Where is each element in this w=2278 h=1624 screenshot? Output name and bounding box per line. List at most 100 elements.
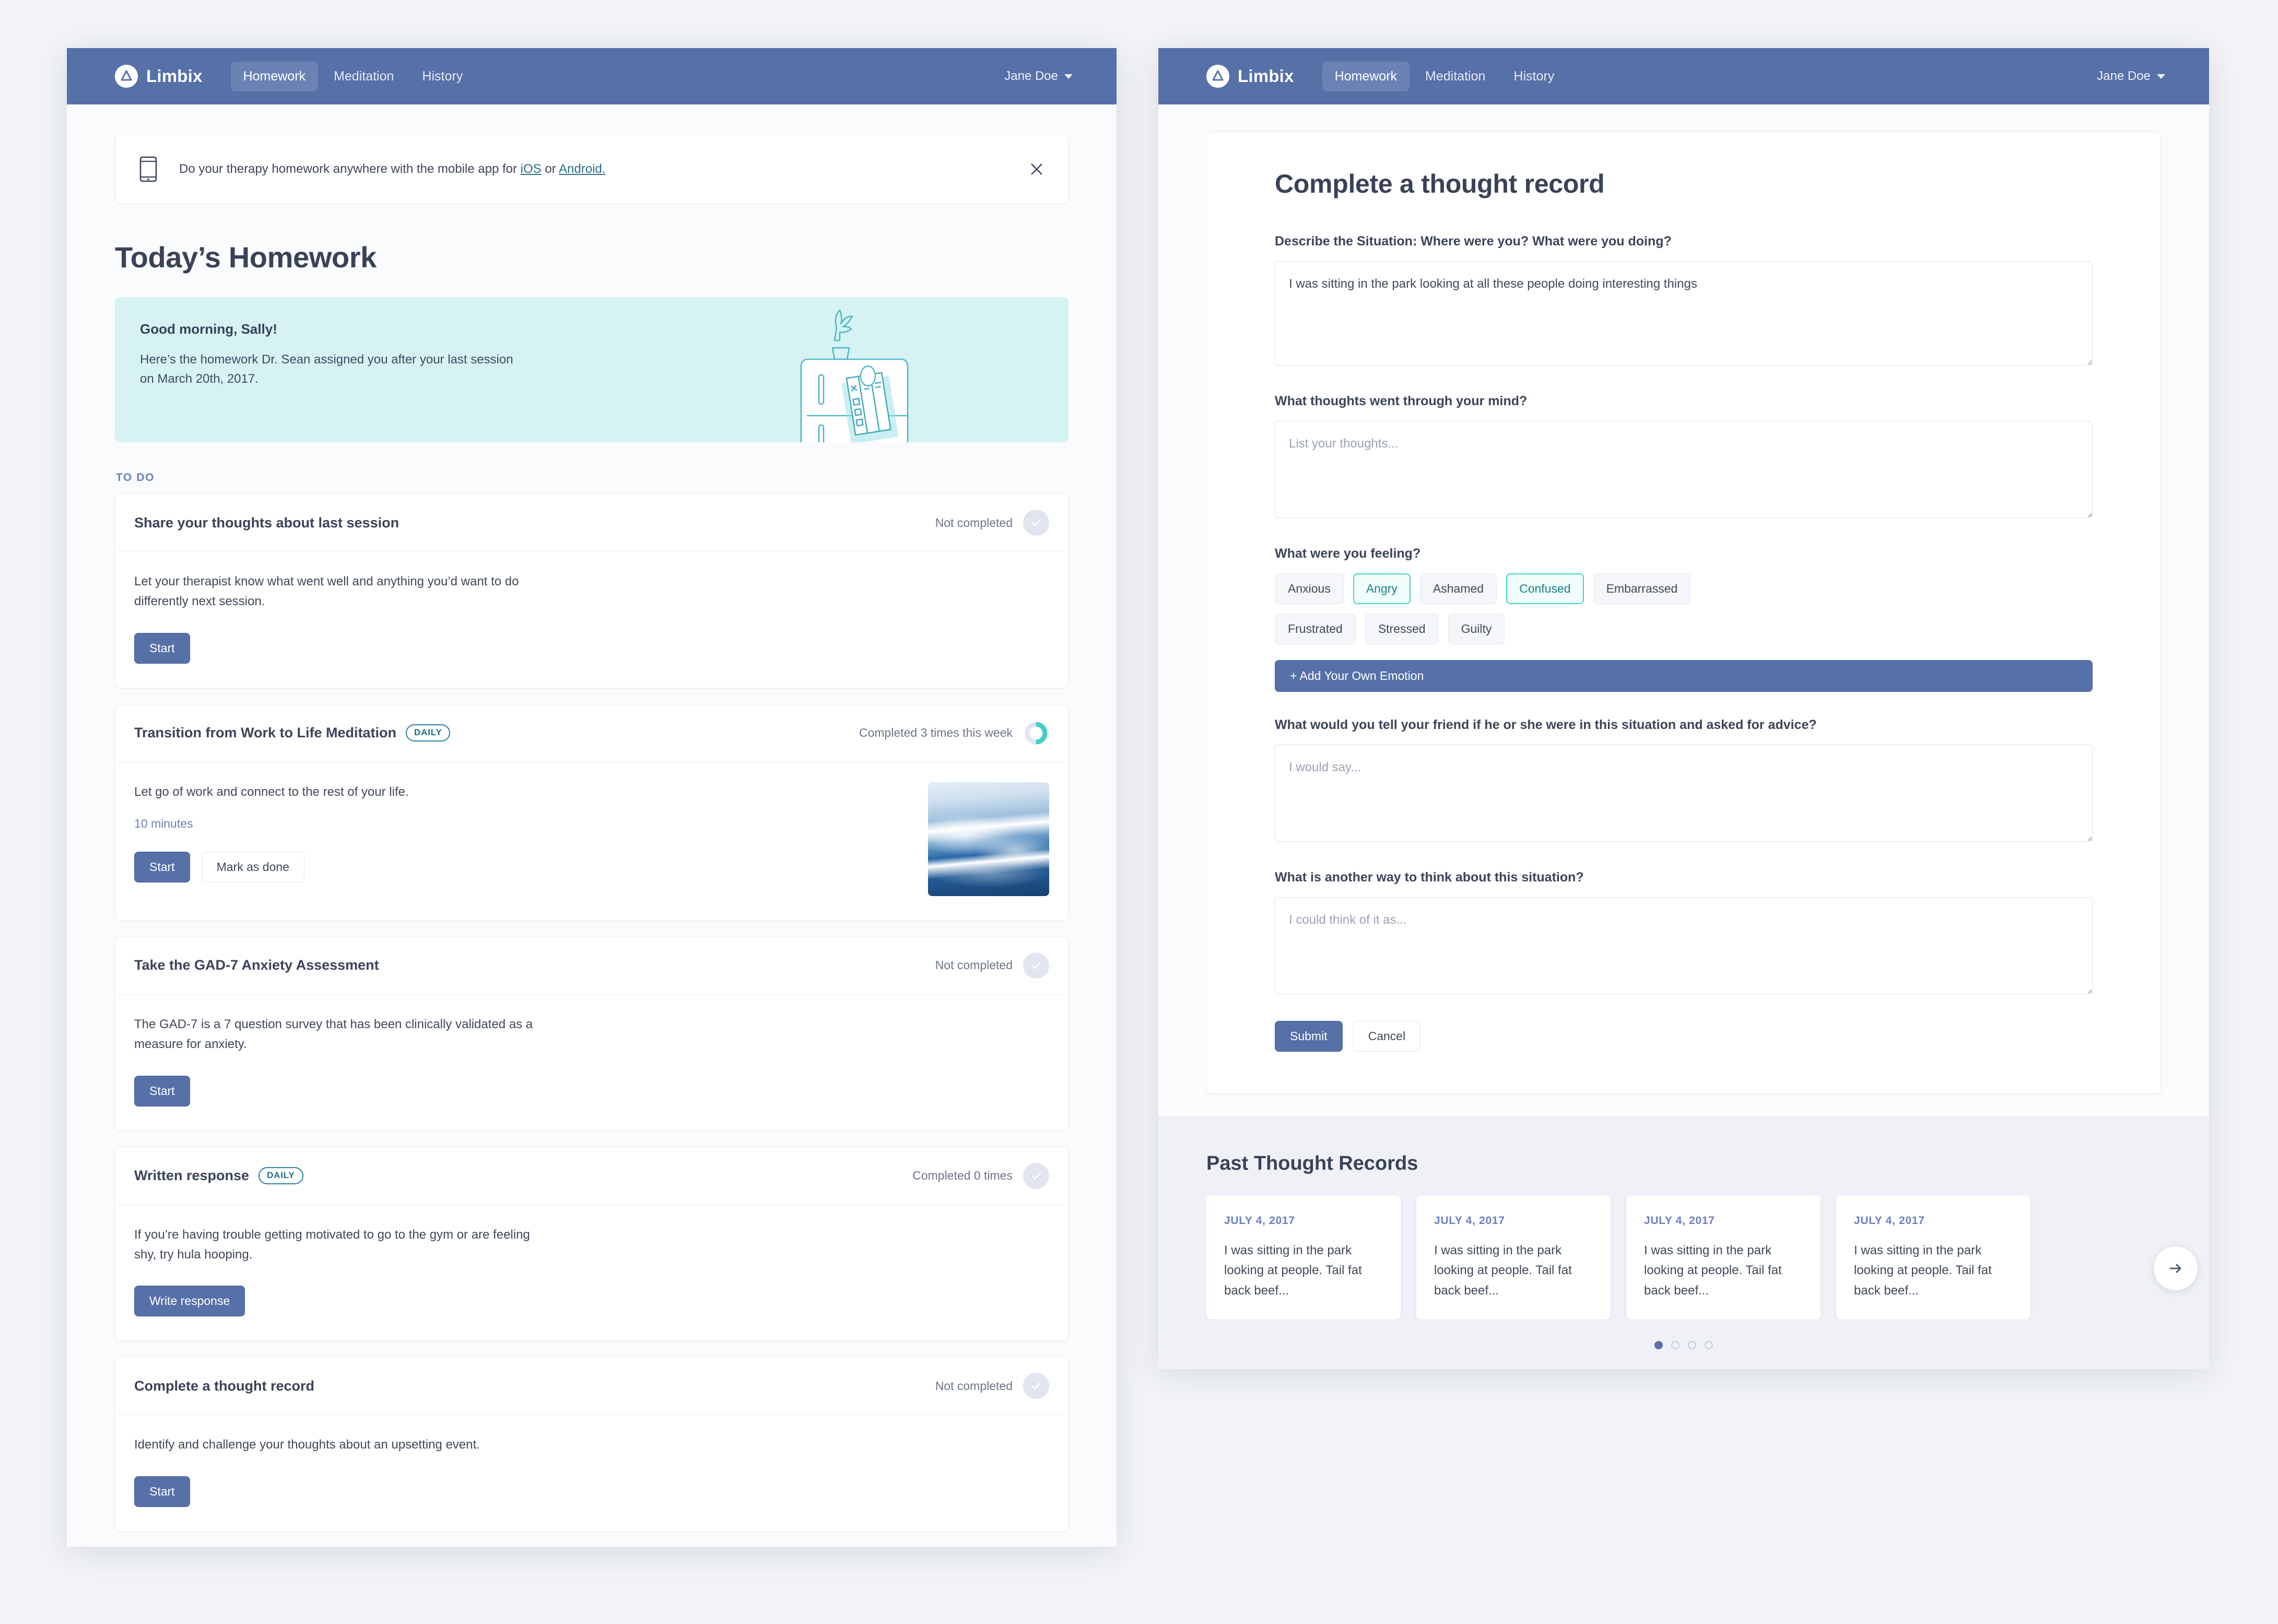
user-menu[interactable]: Jane Doe xyxy=(1004,69,1073,84)
carousel-next-button[interactable] xyxy=(2154,1246,2198,1290)
past-record-date: JULY 4, 2017 xyxy=(1224,1215,1295,1227)
user-menu[interactable]: Jane Doe xyxy=(2097,69,2165,84)
todo-card: Take the GAD-7 Anxiety Assessment Not com… xyxy=(115,936,1068,1131)
card-description: The GAD-7 is a 7 question survey that ha… xyxy=(134,1017,533,1052)
emotion-chip-confused[interactable]: Confused xyxy=(1506,573,1584,604)
emotion-chip-frustrated[interactable]: Frustrated xyxy=(1275,614,1356,644)
thoughts-textarea[interactable] xyxy=(1275,421,2093,518)
right-nav-items: Homework Meditation History xyxy=(1322,61,1567,91)
limbix-logo-text: Limbix xyxy=(146,66,203,86)
card-body-main: Let your therapist know what went well a… xyxy=(134,572,1049,664)
past-record-text: I was sitting in the park looking at peo… xyxy=(1644,1243,1782,1298)
reframe-textarea[interactable] xyxy=(1275,897,2093,994)
limbix-logo[interactable]: Limbix xyxy=(115,65,203,88)
carousel-dot-4[interactable] xyxy=(1705,1341,1713,1349)
todo-card: Written response DAILY Completed 0 times If… xyxy=(115,1146,1068,1341)
thoughts-field-group: What thoughts went through your mind? xyxy=(1275,392,2093,521)
emotion-chip-guilty[interactable]: Guilty xyxy=(1448,614,1505,644)
submit-button[interactable]: Submit xyxy=(1275,1021,1343,1052)
emotion-chip-angry[interactable]: Angry xyxy=(1353,573,1411,604)
past-records-carousel: JULY 4, 2017 I was sitting in the park lo… xyxy=(1206,1196,2161,1319)
todo-card-list: Share your thoughts about last session No… xyxy=(115,493,1068,1532)
start-button[interactable]: Start xyxy=(134,1075,190,1107)
carousel-dot-1[interactable] xyxy=(1654,1341,1663,1349)
card-header: Transition from Work to Life Meditation D… xyxy=(115,704,1068,762)
nav-item-homework[interactable]: Homework xyxy=(230,61,319,91)
start-button[interactable]: Start xyxy=(134,632,190,664)
past-record-card[interactable]: JULY 4, 2017 I was sitting in the park lo… xyxy=(1206,1196,1401,1319)
todo-card: Complete a thought record Not completed Id… xyxy=(115,1357,1068,1532)
nav-item-homework[interactable]: Homework xyxy=(1322,61,1410,91)
card-status-text: Not completed xyxy=(935,1379,1013,1393)
card-header: Take the GAD-7 Anxiety Assessment Not com… xyxy=(115,937,1068,995)
progress-ring-icon xyxy=(1023,720,1049,746)
nav-item-meditation[interactable]: Meditation xyxy=(1413,62,1498,91)
close-icon[interactable] xyxy=(1024,157,1049,182)
limbix-logo-right[interactable]: Limbix xyxy=(1206,65,1294,88)
situation-field-group: Describe the Situation: Where were you? … xyxy=(1275,232,2093,368)
emotion-chip-anxious[interactable]: Anxious xyxy=(1275,573,1344,604)
emotion-chip-stressed[interactable]: Stressed xyxy=(1365,614,1439,644)
banner-text-or: or xyxy=(541,162,559,176)
card-description: Let go of work and connect to the rest o… xyxy=(134,784,409,799)
start-button[interactable]: Start xyxy=(134,852,190,883)
card-status: Not completed xyxy=(935,1373,1049,1399)
start-button[interactable]: Start xyxy=(134,1476,190,1507)
advice-textarea[interactable] xyxy=(1275,745,2093,842)
left-nav-group: Limbix Homework Meditation History xyxy=(67,61,476,91)
ios-link[interactable]: iOS xyxy=(521,162,542,176)
card-body: Identify and challenge your thoughts abo… xyxy=(115,1415,1068,1531)
add-emotion-button[interactable]: + Add Your Own Emotion xyxy=(1275,660,2093,692)
card-title: Share your thoughts about last session xyxy=(134,514,400,531)
nav-item-meditation[interactable]: Meditation xyxy=(321,62,406,91)
carousel-dot-3[interactable] xyxy=(1688,1341,1696,1349)
card-status: Not completed xyxy=(935,510,1049,536)
card-title: Written response xyxy=(134,1168,250,1184)
card-status-text: Completed 3 times this week xyxy=(859,726,1013,740)
card-status-text: Not completed xyxy=(935,515,1013,529)
banner-text-before: Do your therapy homework anywhere with t… xyxy=(179,162,521,176)
past-records-title: Past Thought Records xyxy=(1206,1152,1418,1174)
write-response-button[interactable]: Write response xyxy=(134,1286,245,1317)
greeting-body: Here’s the homework Dr. Sean assigned yo… xyxy=(140,352,513,386)
card-body: Let your therapist know what went well a… xyxy=(115,552,1068,688)
past-record-date: JULY 4, 2017 xyxy=(1854,1215,1925,1227)
past-record-card[interactable]: JULY 4, 2017 I was sitting in the park lo… xyxy=(1416,1196,1611,1319)
past-record-card[interactable]: JULY 4, 2017 I was sitting in the park lo… xyxy=(1836,1196,2030,1319)
status-check-icon xyxy=(1023,1373,1049,1399)
card-actions: Start xyxy=(134,632,1049,664)
card-status: Completed 3 times this week xyxy=(859,720,1049,746)
card-status: Completed 0 times xyxy=(912,1162,1049,1189)
section-label-todo: TO DO xyxy=(116,472,155,484)
page-title: Today’s Homework xyxy=(115,241,377,274)
todo-card: Share your thoughts about last session No… xyxy=(115,493,1068,688)
mark-as-done-button[interactable]: Mark as done xyxy=(201,852,304,883)
card-body-main: If you’re having trouble getting motivat… xyxy=(134,1225,1049,1317)
thought-record-content: Complete a thought record Describe the S… xyxy=(1158,104,2209,1094)
nav-item-history[interactable]: History xyxy=(409,62,475,91)
card-title: Take the GAD-7 Anxiety Assessment xyxy=(134,957,379,973)
emotion-chip-embarrassed[interactable]: Embarrassed xyxy=(1593,573,1691,604)
card-body-main: The GAD-7 is a 7 question survey that ha… xyxy=(134,1015,1049,1107)
status-check-icon xyxy=(1023,952,1049,979)
cancel-button[interactable]: Cancel xyxy=(1353,1021,1421,1052)
card-actions: Start xyxy=(134,1075,1049,1107)
card-body: The GAD-7 is a 7 question survey that ha… xyxy=(115,995,1068,1131)
right-nav-group: Limbix Homework Meditation History xyxy=(1158,61,1567,91)
past-record-text: I was sitting in the park looking at peo… xyxy=(1434,1243,1572,1298)
carousel-dot-2[interactable] xyxy=(1671,1341,1680,1349)
android-link[interactable]: Android. xyxy=(559,162,605,176)
card-status-text: Not completed xyxy=(935,958,1013,972)
status-check-icon xyxy=(1023,1162,1049,1189)
chevron-down-icon xyxy=(2157,74,2165,79)
emotion-chip-ashamed[interactable]: Ashamed xyxy=(1419,573,1497,604)
screenshot-stage: Limbix Homework Meditation History Jane … xyxy=(0,0,2278,1624)
nav-item-history[interactable]: History xyxy=(1501,62,1567,91)
past-record-card[interactable]: JULY 4, 2017 I was sitting in the park lo… xyxy=(1626,1196,1821,1319)
past-record-date: JULY 4, 2017 xyxy=(1644,1215,1715,1227)
meditation-thumbnail xyxy=(928,782,1049,896)
left-nav-items: Homework Meditation History xyxy=(230,61,476,91)
reframe-label: What is another way to think about this … xyxy=(1275,870,1584,885)
card-duration: 10 minutes xyxy=(134,817,193,831)
situation-textarea[interactable] xyxy=(1275,261,2093,366)
